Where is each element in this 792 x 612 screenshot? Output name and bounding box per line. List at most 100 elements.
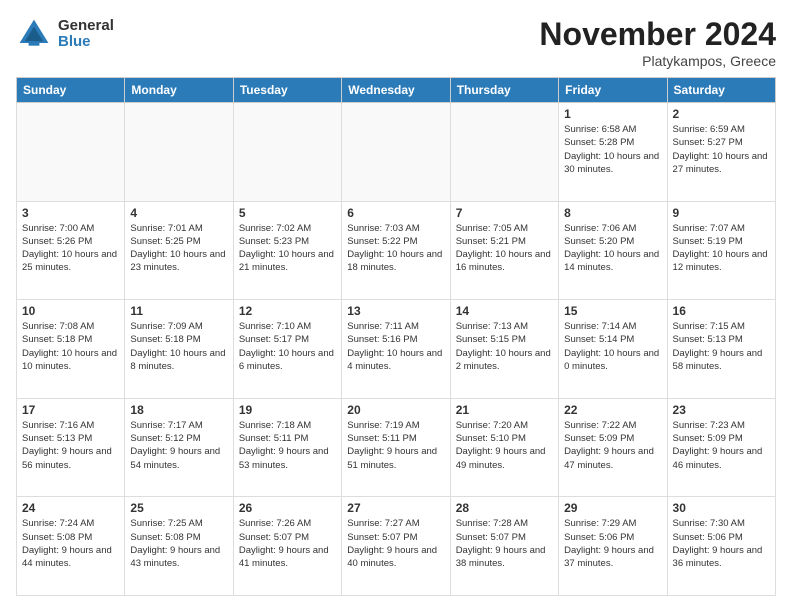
calendar-cell: 29 Sunrise: 7:29 AM Sunset: 5:06 PM Dayli…: [559, 497, 667, 596]
day-info: Sunrise: 7:29 AM Sunset: 5:06 PM Dayligh…: [564, 517, 661, 570]
day-number: 17: [22, 403, 119, 417]
day-number: 16: [673, 304, 770, 318]
day-info: Sunrise: 6:58 AM Sunset: 5:28 PM Dayligh…: [564, 123, 661, 176]
calendar-cell: 23 Sunrise: 7:23 AM Sunset: 5:09 PM Dayli…: [667, 398, 775, 497]
day-number: 25: [130, 501, 227, 515]
calendar-cell: [342, 103, 450, 202]
logo-blue: Blue: [58, 34, 114, 51]
calendar-body: 1 Sunrise: 6:58 AM Sunset: 5:28 PM Daylig…: [17, 103, 776, 596]
calendar-cell: 19 Sunrise: 7:18 AM Sunset: 5:11 PM Dayli…: [233, 398, 341, 497]
calendar-cell: 11Sunrise: 7:09 AM Sunset: 5:18 PM Dayli…: [125, 300, 233, 399]
location: Platykampos, Greece: [539, 53, 776, 69]
day-info: Sunrise: 7:23 AM Sunset: 5:09 PM Dayligh…: [673, 419, 770, 472]
day-number: 26: [239, 501, 336, 515]
calendar-cell: 13 Sunrise: 7:11 AM Sunset: 5:16 PM Dayli…: [342, 300, 450, 399]
day-number: 21: [456, 403, 553, 417]
month-title: November 2024: [539, 16, 776, 53]
day-number: 9: [673, 206, 770, 220]
day-number: 24: [22, 501, 119, 515]
calendar-cell: 5Sunrise: 7:02 AM Sunset: 5:23 PM Daylig…: [233, 201, 341, 300]
calendar-cell: 25Sunrise: 7:25 AM Sunset: 5:08 PM Dayli…: [125, 497, 233, 596]
calendar-cell: 22Sunrise: 7:22 AM Sunset: 5:09 PM Dayli…: [559, 398, 667, 497]
day-number: 3: [22, 206, 119, 220]
day-info: Sunrise: 7:00 AM Sunset: 5:26 PM Dayligh…: [22, 222, 119, 275]
calendar-cell: 15 Sunrise: 7:14 AM Sunset: 5:14 PM Dayli…: [559, 300, 667, 399]
calendar-week-3: 17 Sunrise: 7:16 AM Sunset: 5:13 PM Dayli…: [17, 398, 776, 497]
day-info: Sunrise: 7:03 AM Sunset: 5:22 PM Dayligh…: [347, 222, 444, 275]
calendar-cell: 30Sunrise: 7:30 AM Sunset: 5:06 PM Dayli…: [667, 497, 775, 596]
day-number: 15: [564, 304, 661, 318]
calendar-cell: 10Sunrise: 7:08 AM Sunset: 5:18 PM Dayli…: [17, 300, 125, 399]
day-info: Sunrise: 7:28 AM Sunset: 5:07 PM Dayligh…: [456, 517, 553, 570]
day-number: 18: [130, 403, 227, 417]
calendar-header: Sunday Monday Tuesday Wednesday Thursday…: [17, 78, 776, 103]
day-info: Sunrise: 7:13 AM Sunset: 5:15 PM Dayligh…: [456, 320, 553, 373]
day-info: Sunrise: 7:24 AM Sunset: 5:08 PM Dayligh…: [22, 517, 119, 570]
logo: General Blue: [16, 16, 114, 52]
calendar-cell: [233, 103, 341, 202]
weekday-header-row: Sunday Monday Tuesday Wednesday Thursday…: [17, 78, 776, 103]
calendar-cell: 8Sunrise: 7:06 AM Sunset: 5:20 PM Daylig…: [559, 201, 667, 300]
day-info: Sunrise: 7:18 AM Sunset: 5:11 PM Dayligh…: [239, 419, 336, 472]
calendar-cell: [450, 103, 558, 202]
col-wednesday: Wednesday: [342, 78, 450, 103]
calendar-cell: 1 Sunrise: 6:58 AM Sunset: 5:28 PM Daylig…: [559, 103, 667, 202]
day-info: Sunrise: 7:09 AM Sunset: 5:18 PM Dayligh…: [130, 320, 227, 373]
day-info: Sunrise: 7:01 AM Sunset: 5:25 PM Dayligh…: [130, 222, 227, 275]
calendar-cell: 7Sunrise: 7:05 AM Sunset: 5:21 PM Daylig…: [450, 201, 558, 300]
calendar-week-4: 24 Sunrise: 7:24 AM Sunset: 5:08 PM Dayli…: [17, 497, 776, 596]
day-number: 23: [673, 403, 770, 417]
day-info: Sunrise: 7:10 AM Sunset: 5:17 PM Dayligh…: [239, 320, 336, 373]
day-number: 8: [564, 206, 661, 220]
day-number: 14: [456, 304, 553, 318]
day-info: Sunrise: 7:17 AM Sunset: 5:12 PM Dayligh…: [130, 419, 227, 472]
calendar-cell: 21Sunrise: 7:20 AM Sunset: 5:10 PM Dayli…: [450, 398, 558, 497]
day-number: 6: [347, 206, 444, 220]
day-info: Sunrise: 7:19 AM Sunset: 5:11 PM Dayligh…: [347, 419, 444, 472]
calendar-cell: 20 Sunrise: 7:19 AM Sunset: 5:11 PM Dayli…: [342, 398, 450, 497]
day-info: Sunrise: 7:27 AM Sunset: 5:07 PM Dayligh…: [347, 517, 444, 570]
col-thursday: Thursday: [450, 78, 558, 103]
calendar-cell: 14 Sunrise: 7:13 AM Sunset: 5:15 PM Dayli…: [450, 300, 558, 399]
day-info: Sunrise: 7:16 AM Sunset: 5:13 PM Dayligh…: [22, 419, 119, 472]
col-tuesday: Tuesday: [233, 78, 341, 103]
day-number: 29: [564, 501, 661, 515]
day-info: Sunrise: 6:59 AM Sunset: 5:27 PM Dayligh…: [673, 123, 770, 176]
day-number: 5: [239, 206, 336, 220]
day-number: 10: [22, 304, 119, 318]
day-number: 20: [347, 403, 444, 417]
calendar-cell: 28Sunrise: 7:28 AM Sunset: 5:07 PM Dayli…: [450, 497, 558, 596]
logo-icon: [16, 16, 52, 52]
day-info: Sunrise: 7:05 AM Sunset: 5:21 PM Dayligh…: [456, 222, 553, 275]
calendar-cell: 24 Sunrise: 7:24 AM Sunset: 5:08 PM Dayli…: [17, 497, 125, 596]
day-number: 4: [130, 206, 227, 220]
title-section: November 2024 Platykampos, Greece: [539, 16, 776, 69]
day-number: 22: [564, 403, 661, 417]
calendar-cell: 18 Sunrise: 7:17 AM Sunset: 5:12 PM Dayli…: [125, 398, 233, 497]
col-monday: Monday: [125, 78, 233, 103]
header: General Blue November 2024 Platykampos, …: [16, 16, 776, 69]
calendar-cell: 17 Sunrise: 7:16 AM Sunset: 5:13 PM Dayli…: [17, 398, 125, 497]
day-number: 13: [347, 304, 444, 318]
col-saturday: Saturday: [667, 78, 775, 103]
col-friday: Friday: [559, 78, 667, 103]
day-info: Sunrise: 7:15 AM Sunset: 5:13 PM Dayligh…: [673, 320, 770, 373]
calendar-cell: 16 Sunrise: 7:15 AM Sunset: 5:13 PM Dayli…: [667, 300, 775, 399]
day-info: Sunrise: 7:11 AM Sunset: 5:16 PM Dayligh…: [347, 320, 444, 373]
calendar-week-2: 10Sunrise: 7:08 AM Sunset: 5:18 PM Dayli…: [17, 300, 776, 399]
calendar-table: Sunday Monday Tuesday Wednesday Thursday…: [16, 77, 776, 596]
day-number: 1: [564, 107, 661, 121]
day-info: Sunrise: 7:07 AM Sunset: 5:19 PM Dayligh…: [673, 222, 770, 275]
calendar-cell: 3 Sunrise: 7:00 AM Sunset: 5:26 PM Daylig…: [17, 201, 125, 300]
col-sunday: Sunday: [17, 78, 125, 103]
calendar-cell: 26Sunrise: 7:26 AM Sunset: 5:07 PM Dayli…: [233, 497, 341, 596]
day-info: Sunrise: 7:14 AM Sunset: 5:14 PM Dayligh…: [564, 320, 661, 373]
calendar-cell: 27Sunrise: 7:27 AM Sunset: 5:07 PM Dayli…: [342, 497, 450, 596]
logo-text: General Blue: [58, 18, 114, 51]
day-number: 30: [673, 501, 770, 515]
calendar-cell: 4 Sunrise: 7:01 AM Sunset: 5:25 PM Daylig…: [125, 201, 233, 300]
calendar-cell: 2 Sunrise: 6:59 AM Sunset: 5:27 PM Daylig…: [667, 103, 775, 202]
day-number: 2: [673, 107, 770, 121]
day-number: 19: [239, 403, 336, 417]
calendar-cell: [125, 103, 233, 202]
